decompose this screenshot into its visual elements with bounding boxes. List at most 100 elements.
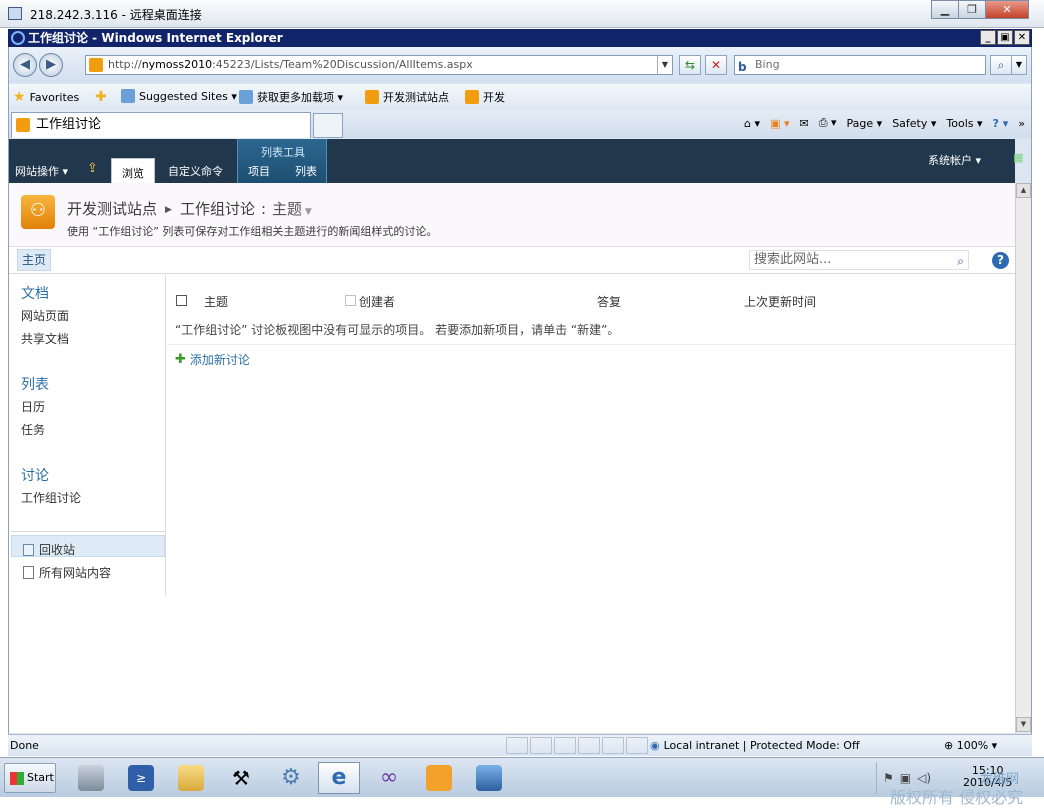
zoom-icon: ⊕ xyxy=(944,739,954,752)
list-description: 使用 “工作组讨论” 列表可保存对工作组相关主题进行的新闻组样式的讨论。 xyxy=(67,225,438,238)
col-subject[interactable]: 主题 xyxy=(204,293,228,310)
ie-page-icon xyxy=(239,90,253,104)
ql-heading-discussions[interactable]: 讨论 xyxy=(21,465,49,485)
ql-divider xyxy=(11,531,165,532)
site-search-input[interactable]: 搜索此网站... ⌕ xyxy=(749,250,969,270)
sp-ribbon: 网站操作 ▾ ⇪ 浏览 自定义命令 列表工具 项目 列表 系统帐户 ▾ ▦ xyxy=(9,139,1023,183)
favorites-button[interactable]: ★ Favorites xyxy=(13,89,79,105)
view-dropdown-icon[interactable]: ▼ xyxy=(302,207,312,217)
top-navigation: 主页 搜索此网站... ⌕ ? xyxy=(9,248,1015,274)
ql-heading-lists[interactable]: 列表 xyxy=(21,374,49,394)
ql-item-site-pages[interactable]: 网站页面 xyxy=(21,307,69,324)
close-button[interactable]: ✕ xyxy=(985,0,1029,19)
fav-addons[interactable]: 获取更多加载项 ▾ xyxy=(239,89,343,105)
ql-heading-documents[interactable]: 文档 xyxy=(21,283,49,303)
ql-item-tasks[interactable]: 任务 xyxy=(21,421,45,438)
vertical-scrollbar[interactable]: ▲ ▼ xyxy=(1015,183,1031,733)
help-menu-icon[interactable]: ? ▾ xyxy=(993,117,1009,130)
sync-icon[interactable]: ▦ xyxy=(1013,151,1023,164)
user-menu[interactable]: 系统帐户 ▾ xyxy=(928,152,981,168)
ie-restore-button[interactable]: ▣ xyxy=(997,30,1013,45)
address-row: ◀ ▶ http://nymoss2010:45223/Lists/Team%2… xyxy=(9,47,1031,83)
tab-team-discussion[interactable]: 工作组讨论 xyxy=(11,112,311,138)
forward-button[interactable]: ▶ xyxy=(39,53,63,77)
rss-feed-icon[interactable]: ▣ ▾ xyxy=(770,117,789,130)
scroll-up-icon[interactable]: ▲ xyxy=(1016,183,1031,198)
add-favorite-button[interactable]: ✚ xyxy=(95,89,107,105)
site-actions-menu[interactable]: 网站操作 ▾ xyxy=(15,163,68,179)
ql-recycle-bin[interactable]: 回收站 xyxy=(23,541,75,558)
home-icon[interactable]: ⌂ ▾ xyxy=(744,117,760,130)
ql-all-content[interactable]: 所有网站内容 xyxy=(23,564,111,581)
search-icon[interactable]: ⌕ xyxy=(957,252,964,270)
zoom-control[interactable]: ⊕ 100% ▾ xyxy=(944,739,997,752)
toolbox-icon[interactable] xyxy=(418,762,460,794)
col-last-updated[interactable]: 上次更新时间 xyxy=(744,293,816,310)
ie-close-button[interactable]: ✕ xyxy=(1014,30,1030,45)
rdp-title-bar: 218.242.3.116 - 远程桌面连接 ▁ ❐ ✕ xyxy=(0,0,1044,28)
tools-menu[interactable]: Tools ▾ xyxy=(946,117,982,130)
minimize-button[interactable]: ▁ xyxy=(931,0,959,19)
globe-icon: ◉ xyxy=(650,739,660,752)
ql-item-team-discussion[interactable]: 工作组讨论 xyxy=(21,489,81,506)
address-dropdown-icon[interactable]: ▼ xyxy=(657,56,672,74)
fav-suggested-sites[interactable]: Suggested Sites ▾ xyxy=(121,89,237,103)
tab-list[interactable]: 列表 xyxy=(295,163,317,179)
status-cell xyxy=(578,737,600,754)
refresh-button[interactable]: ⇆ xyxy=(679,55,701,75)
navigate-up-icon[interactable]: ⇪ xyxy=(87,161,98,176)
ie-minimize-button[interactable]: _ xyxy=(980,30,996,45)
powershell-icon[interactable]: ≥ xyxy=(120,762,162,794)
security-zone[interactable]: ◉ Local intranet | Protected Mode: Off xyxy=(650,739,860,752)
fav-dev[interactable]: 开发 xyxy=(465,89,505,105)
crumb-site[interactable]: 开发测试站点 xyxy=(67,200,157,218)
tab-browse[interactable]: 浏览 xyxy=(111,158,155,183)
flag-icon[interactable]: ⚑ xyxy=(883,771,894,785)
ql-recycle-label: 回收站 xyxy=(39,543,76,557)
admin-tools-icon[interactable]: ⚒ xyxy=(220,762,262,794)
crumb-view[interactable]: 主题 xyxy=(272,200,302,218)
network-app-icon[interactable] xyxy=(468,762,510,794)
visual-studio-icon[interactable]: ∞ xyxy=(368,762,410,794)
crumb-list[interactable]: 工作组讨论 xyxy=(180,200,255,218)
rdp-window-buttons: ▁ ❐ ✕ xyxy=(931,0,1029,19)
print-icon[interactable]: ⎙ ▾ xyxy=(819,116,837,130)
col-replies[interactable]: 答复 xyxy=(597,293,621,310)
safety-menu[interactable]: Safety ▾ xyxy=(892,117,936,130)
search-input[interactable]: b Bing xyxy=(734,55,986,75)
command-bar: ⌂ ▾ ▣ ▾ ✉ ⎙ ▾ Page ▾ Safety ▾ Tools ▾ ? … xyxy=(744,116,1025,130)
empty-list-message: “工作组讨论” 讨论板视图中没有可显示的项目。 若要添加新项目，请单击 “新建”… xyxy=(175,323,620,337)
scroll-down-icon[interactable]: ▼ xyxy=(1016,717,1031,732)
ql-item-shared-docs[interactable]: 共享文档 xyxy=(21,330,69,347)
explorer-folder-icon[interactable] xyxy=(170,762,212,794)
search-placeholder: Bing xyxy=(755,58,780,71)
settings-gear-icon[interactable]: ⚙ xyxy=(270,762,312,794)
help-icon[interactable]: ? xyxy=(992,252,1009,269)
col-created-by[interactable]: 创建者 xyxy=(359,293,395,310)
crumb-separator-icon: ▶ xyxy=(165,205,172,215)
page-menu[interactable]: Page ▾ xyxy=(847,117,883,130)
server-manager-icon[interactable] xyxy=(70,762,112,794)
tab-custom-commands[interactable]: 自定义命令 xyxy=(168,163,223,179)
select-all-checkbox[interactable] xyxy=(176,295,187,306)
add-new-discussion-link[interactable]: ✚ 添加新讨论 xyxy=(175,351,250,368)
chevron-right-icon[interactable]: » xyxy=(1018,117,1025,130)
search-options-dropdown[interactable]: ▼ xyxy=(1011,55,1027,75)
mail-icon[interactable]: ✉ xyxy=(799,117,808,130)
nav-home[interactable]: 主页 xyxy=(17,249,52,271)
network-icon[interactable]: ▣ xyxy=(900,771,911,785)
new-tab-button[interactable] xyxy=(313,113,343,138)
volume-icon[interactable]: ◁) xyxy=(917,771,931,785)
tab-items[interactable]: 项目 xyxy=(248,163,270,179)
internet-explorer-icon[interactable]: e xyxy=(318,762,360,794)
stop-button[interactable]: ✕ xyxy=(705,55,727,75)
tray-icons: ⚑ ▣ ◁) xyxy=(883,771,931,785)
back-button[interactable]: ◀ xyxy=(13,53,37,77)
site-logo-icon: ⚇ xyxy=(21,195,55,229)
start-button[interactable]: Start xyxy=(4,763,56,793)
address-input[interactable]: http://nymoss2010:45223/Lists/Team%20Dis… xyxy=(85,55,673,75)
ql-item-calendar[interactable]: 日历 xyxy=(21,398,45,415)
search-button[interactable]: ⌕ xyxy=(990,55,1012,75)
restore-button[interactable]: ❐ xyxy=(958,0,986,19)
fav-dev-test-site[interactable]: 开发测试站点 xyxy=(365,89,449,105)
